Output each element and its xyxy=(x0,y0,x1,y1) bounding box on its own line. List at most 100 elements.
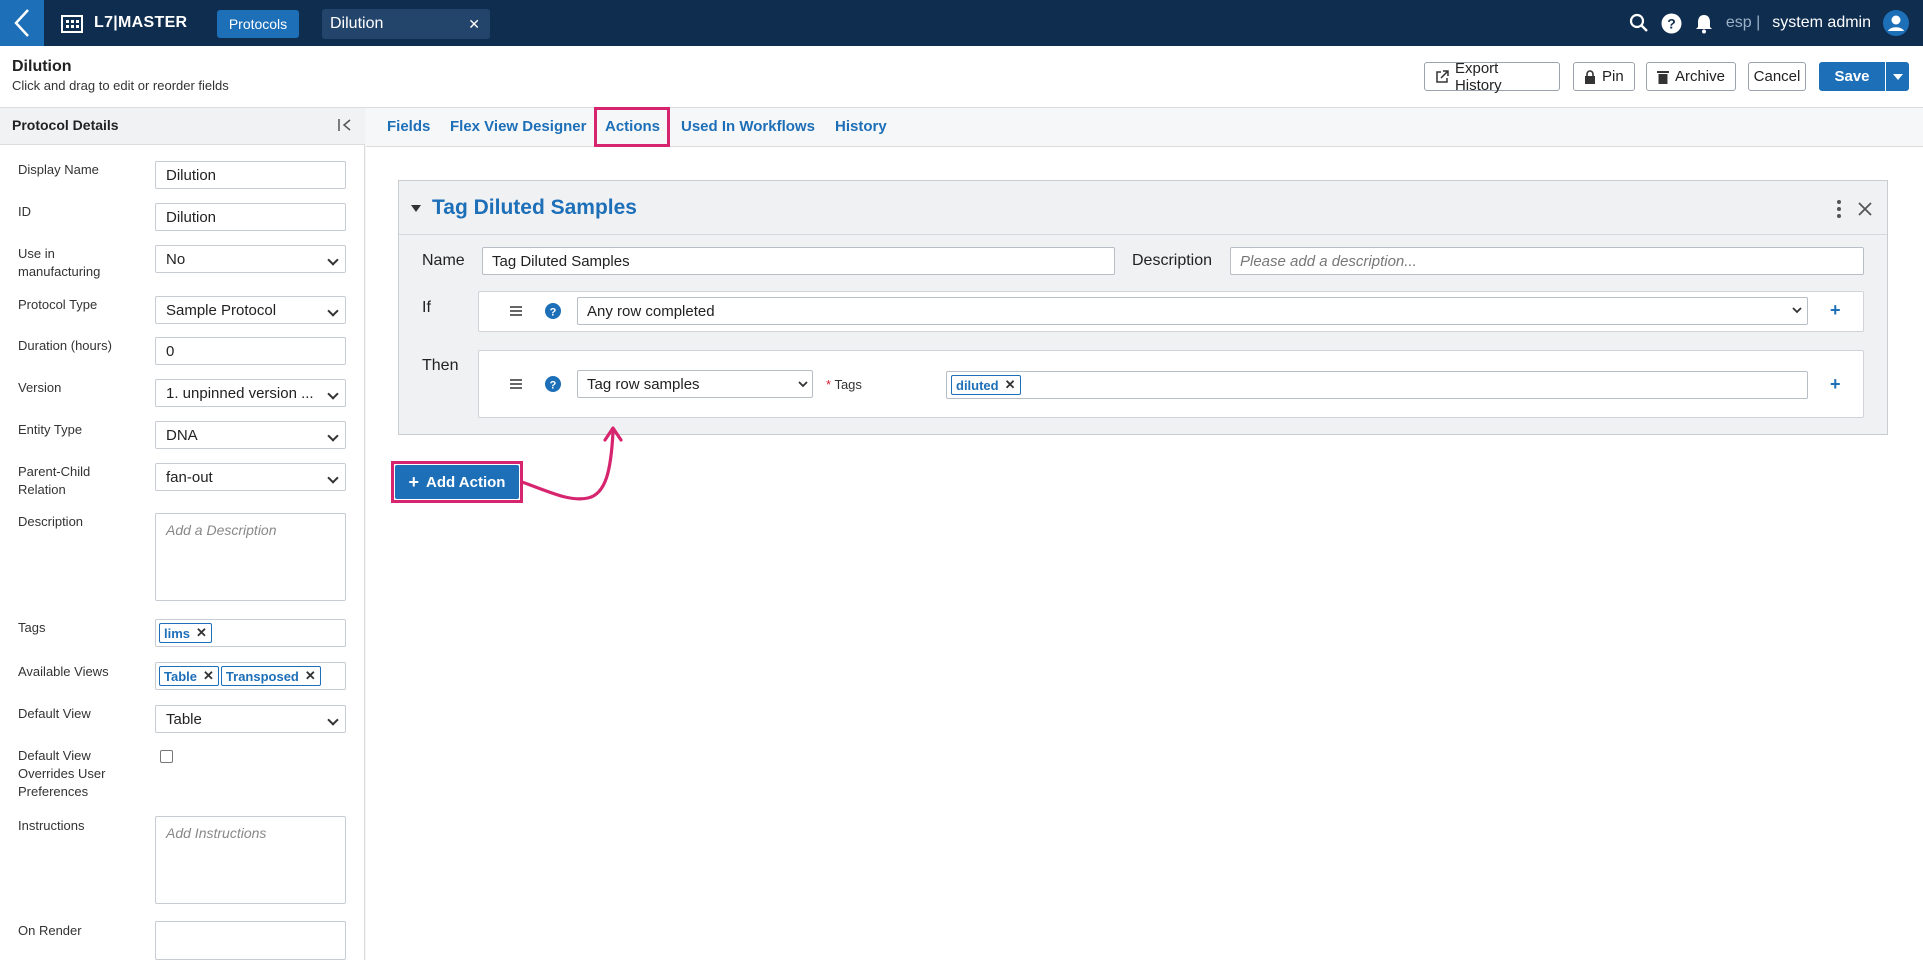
tab-flex-view-designer[interactable]: Flex View Designer xyxy=(450,118,586,135)
page-subtitle: Click and drag to edit or reorder fields xyxy=(12,78,229,93)
version-label: Version xyxy=(18,380,62,395)
on-render-label: On Render xyxy=(18,923,82,938)
chevron-left-icon xyxy=(14,9,29,37)
tags-label-text: Tags xyxy=(834,377,862,392)
description-label: Description xyxy=(1132,252,1213,269)
svg-text:?: ? xyxy=(1667,15,1676,31)
tab-fields[interactable]: Fields xyxy=(387,118,430,135)
app-logo[interactable]: L7|MASTER xyxy=(60,12,187,34)
document-tab[interactable]: Dilution ✕ xyxy=(322,9,490,39)
add-condition-button[interactable]: + xyxy=(1830,300,1841,321)
available-views-label: Available Views xyxy=(18,664,109,679)
export-history-button[interactable]: Export History xyxy=(1424,60,1560,94)
drag-handle-icon[interactable] xyxy=(510,379,522,389)
cancel-button[interactable]: Cancel xyxy=(1748,62,1806,91)
search-icon[interactable] xyxy=(1629,13,1649,33)
default-view-select[interactable]: Table xyxy=(155,705,346,733)
use-in-manufacturing-select[interactable]: No xyxy=(155,245,346,273)
app-name: L7|MASTER xyxy=(94,14,188,31)
caret-down-icon[interactable] xyxy=(411,205,421,212)
trash-icon xyxy=(1657,70,1669,84)
duration-label: Duration (hours) xyxy=(18,338,112,353)
action-tags-input[interactable]: diluted ✕ xyxy=(946,371,1808,399)
view-chip-table: Table ✕ xyxy=(159,666,219,686)
help-icon[interactable]: ? xyxy=(1661,13,1682,34)
document-tab-label: Dilution xyxy=(330,15,384,32)
remove-view-icon[interactable]: ✕ xyxy=(203,668,214,684)
entity-type-select[interactable]: DNA xyxy=(155,421,346,449)
parent-child-label: Parent-Child Relation xyxy=(18,464,91,497)
actions-tab-highlight xyxy=(594,107,670,147)
tags-field-label: * Tags xyxy=(826,377,862,392)
name-label: Name xyxy=(422,252,465,269)
entity-type-label: Entity Type xyxy=(18,422,83,437)
collapse-panel-icon[interactable] xyxy=(337,117,353,133)
tags-label: Tags xyxy=(18,620,46,635)
annotation-arrow xyxy=(520,426,623,501)
language-selector[interactable]: esp | xyxy=(1726,14,1760,32)
more-vertical-icon[interactable] xyxy=(1836,199,1842,219)
action-name-input[interactable]: Tag Diluted Samples xyxy=(482,247,1115,275)
close-tab-icon[interactable]: ✕ xyxy=(468,16,480,33)
svg-text:?: ? xyxy=(550,380,557,392)
then-action-select[interactable]: Tag row samples xyxy=(577,370,813,398)
tab-history[interactable]: History xyxy=(835,118,887,135)
archive-button[interactable]: Archive xyxy=(1646,62,1736,91)
bell-icon[interactable] xyxy=(1694,13,1714,34)
avatar-icon[interactable] xyxy=(1883,10,1909,36)
default-view-label: Default View xyxy=(18,706,91,721)
building-icon xyxy=(61,15,83,33)
user-name[interactable]: system admin xyxy=(1772,14,1871,32)
remove-tag-icon[interactable]: ✕ xyxy=(196,625,207,641)
required-asterisk: * xyxy=(826,377,832,392)
then-label: Then xyxy=(422,357,459,374)
protocol-type-label: Protocol Type xyxy=(18,297,98,312)
remove-tag-icon[interactable]: ✕ xyxy=(1005,377,1016,393)
default-override-checkbox[interactable] xyxy=(160,750,173,763)
close-icon[interactable] xyxy=(1857,201,1873,217)
tab-used-in-workflows[interactable]: Used In Workflows xyxy=(681,118,815,135)
parent-child-select[interactable]: fan-out xyxy=(155,463,346,491)
default-override-label: Default View Overrides User Preferences xyxy=(18,748,106,799)
remove-view-icon[interactable]: ✕ xyxy=(305,668,316,684)
chevron-down-icon xyxy=(798,381,808,388)
pin-button[interactable]: Pin xyxy=(1573,62,1635,91)
protocols-nav-button[interactable]: Protocols xyxy=(217,10,299,38)
action-description-input[interactable]: Please add a description... xyxy=(1230,247,1864,275)
add-action-highlight xyxy=(391,461,523,503)
chevron-down-icon xyxy=(1792,307,1802,314)
protocol-details-title: Protocol Details xyxy=(12,117,119,133)
instructions-textarea[interactable]: Add Instructions xyxy=(155,816,346,904)
action-title: Tag Diluted Samples xyxy=(432,196,637,219)
svg-text:?: ? xyxy=(550,307,557,319)
available-views-input[interactable]: Table ✕ Transposed ✕ xyxy=(155,662,346,690)
description-textarea[interactable]: Add a Description xyxy=(155,513,346,601)
display-name-label: Display Name xyxy=(18,162,99,177)
external-link-icon xyxy=(1436,69,1449,83)
caret-down-icon xyxy=(1892,73,1903,80)
help-icon[interactable]: ? xyxy=(545,303,561,319)
tags-input[interactable]: lims ✕ xyxy=(155,619,346,647)
tag-chip: lims ✕ xyxy=(159,623,212,643)
save-button[interactable]: Save xyxy=(1819,62,1885,91)
top-right-tools: ? esp | system admin xyxy=(1629,8,1909,38)
add-then-action-button[interactable]: + xyxy=(1830,374,1841,395)
display-name-input[interactable]: Dilution xyxy=(155,161,346,189)
protocol-type-select[interactable]: Sample Protocol xyxy=(155,296,346,324)
duration-input[interactable]: 0 xyxy=(155,337,346,365)
save-options-dropdown[interactable] xyxy=(1886,62,1909,91)
on-render-textarea[interactable] xyxy=(155,921,346,960)
id-input[interactable]: Dilution xyxy=(155,203,346,231)
use-in-manufacturing-label: Use in manufacturing xyxy=(18,246,101,279)
version-select[interactable]: 1. unpinned version ... xyxy=(155,379,346,407)
instructions-label: Instructions xyxy=(18,818,85,833)
description-label: Description xyxy=(18,514,84,529)
if-condition-select[interactable]: Any row completed xyxy=(577,297,1808,325)
tag-chip-diluted: diluted ✕ xyxy=(951,375,1021,395)
id-label: ID xyxy=(18,204,31,219)
page-title: Dilution xyxy=(12,58,72,75)
back-button[interactable] xyxy=(0,0,44,46)
help-icon[interactable]: ? xyxy=(545,376,561,392)
if-label: If xyxy=(422,299,431,316)
drag-handle-icon[interactable] xyxy=(510,306,522,316)
